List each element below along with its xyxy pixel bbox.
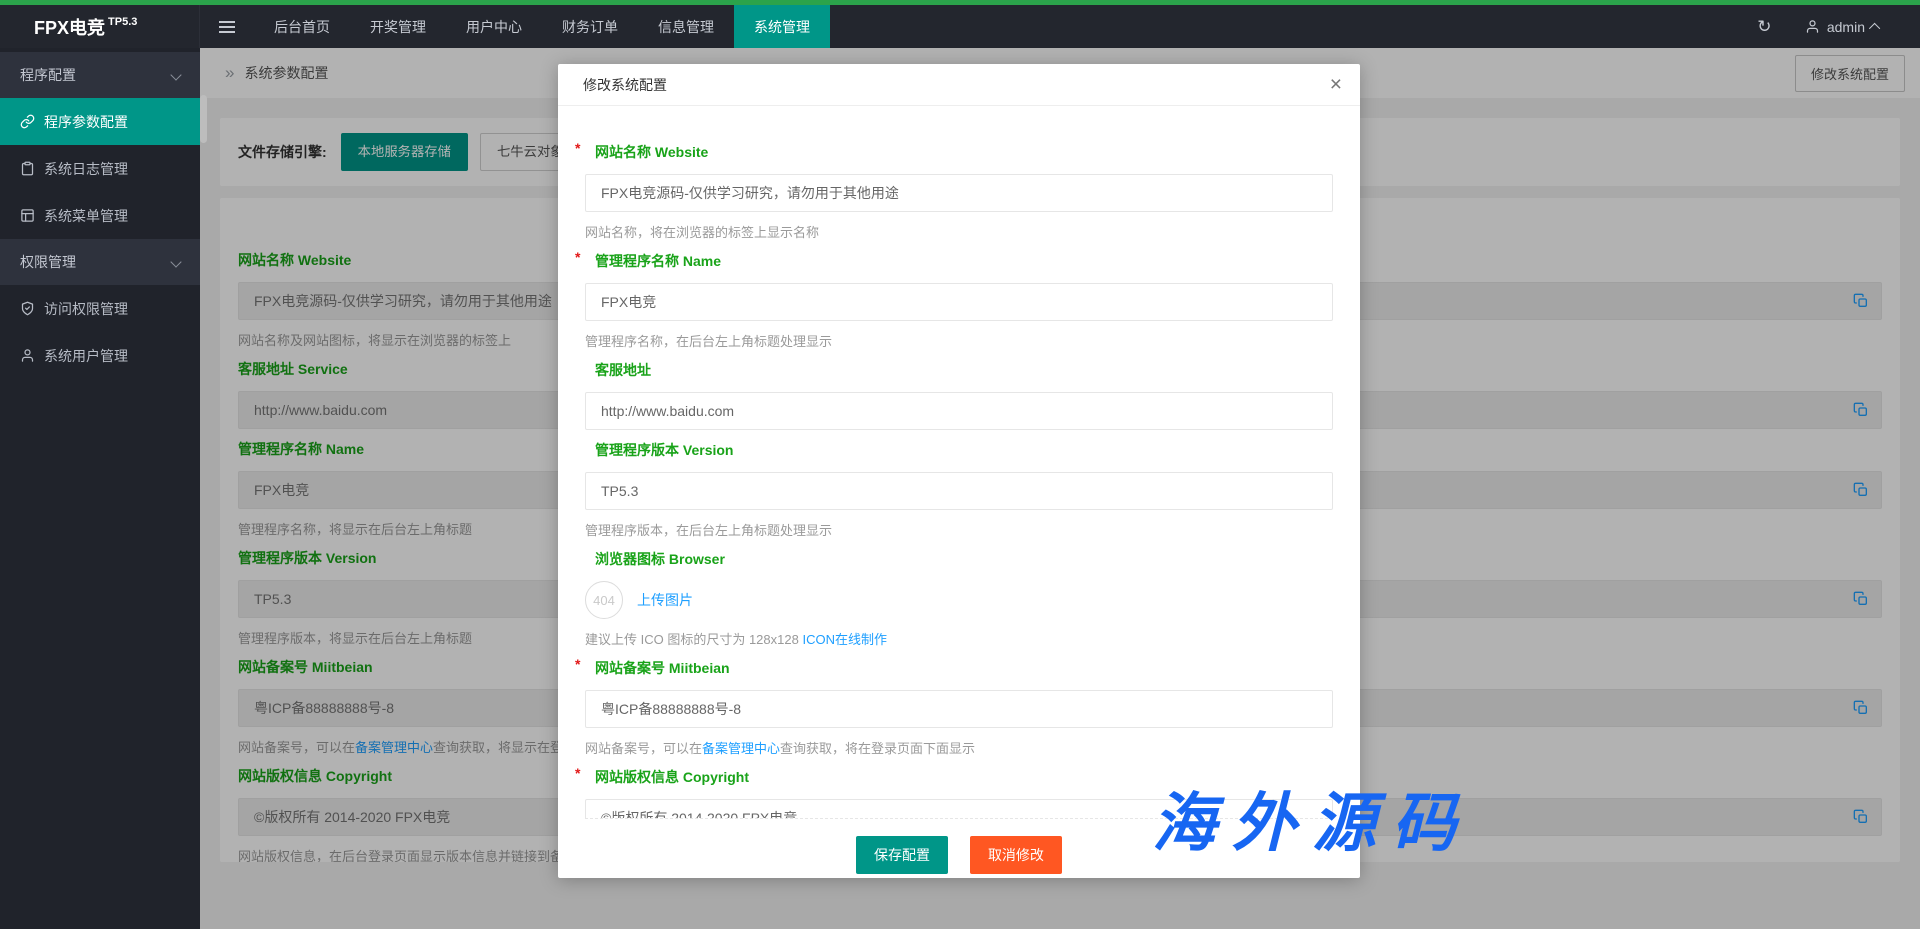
field-helper: 网站名称，将在浏览器的标签上显示名称 xyxy=(585,222,1333,241)
sidebar-item-access-permissions[interactable]: 访问权限管理 xyxy=(0,285,200,332)
sidebar-group-permissions[interactable]: 权限管理 xyxy=(0,239,200,285)
required-marker: * xyxy=(575,140,580,156)
field-label: *网站备案号 Miitbeian xyxy=(585,658,1333,678)
sidebar-item-label: 访问权限管理 xyxy=(44,299,128,319)
field-helper: 管理程序版本，在后台左上角标题处理显示 xyxy=(585,520,1333,539)
modal-field-miitbeian: *网站备案号 Miitbeian 网站备案号，可以在备案管理中心查询获取，将在登… xyxy=(585,658,1333,757)
nav-item-lottery[interactable]: 开奖管理 xyxy=(350,5,446,48)
save-config-button[interactable]: 保存配置 xyxy=(856,836,948,874)
refresh-icon[interactable]: ↻ xyxy=(1742,17,1787,37)
cancel-button[interactable]: 取消修改 xyxy=(970,836,1062,874)
sidebar-item-system-logs[interactable]: 系统日志管理 xyxy=(0,145,200,192)
clipboard-icon xyxy=(20,161,35,176)
modal-service-input[interactable] xyxy=(585,392,1333,430)
required-marker: * xyxy=(575,249,580,265)
field-label: 浏览器图标 Browser xyxy=(585,549,1333,569)
modal-body: *网站名称 Website 网站名称，将在浏览器的标签上显示名称 *管理程序名称… xyxy=(558,106,1360,818)
modal-field-service: 客服地址 xyxy=(585,360,1333,430)
sidebar-item-system-menus[interactable]: 系统菜单管理 xyxy=(0,192,200,239)
modal-field-admin-version: 管理程序版本 Version 管理程序版本，在后台左上角标题处理显示 xyxy=(585,440,1333,539)
sidebar-item-system-users[interactable]: 系统用户管理 xyxy=(0,332,200,379)
chevron-up-icon xyxy=(1869,22,1880,33)
beian-center-link[interactable]: 备案管理中心 xyxy=(702,741,780,756)
field-label: 管理程序版本 Version xyxy=(585,440,1333,460)
top-nav: 后台首页 开奖管理 用户中心 财务订单 信息管理 系统管理 xyxy=(254,5,830,48)
sidebar-group-label: 程序配置 xyxy=(20,67,76,83)
nav-item-finance[interactable]: 财务订单 xyxy=(542,5,638,48)
user-icon xyxy=(1805,19,1820,34)
required-marker: * xyxy=(575,765,580,781)
field-helper: 建议上传 ICO 图标的尺寸为 128x128 ICON在线制作 xyxy=(585,629,1333,648)
favicon-404-placeholder: 404 xyxy=(585,581,623,619)
topbar: FPX电竞 TP5.3 后台首页 开奖管理 用户中心 财务订单 信息管理 系统管… xyxy=(0,5,1920,48)
shield-check-icon xyxy=(20,301,35,316)
layout-icon xyxy=(20,208,35,223)
app-logo: FPX电竞 TP5.3 xyxy=(0,5,200,48)
modal-field-admin-name: *管理程序名称 Name 管理程序名称，在后台左上角标题处理显示 xyxy=(585,251,1333,350)
sidebar-item-label: 系统菜单管理 xyxy=(44,206,128,226)
icon-maker-link[interactable]: ICON在线制作 xyxy=(802,632,887,647)
user-menu[interactable]: admin xyxy=(1805,19,1880,35)
link-icon xyxy=(20,114,35,129)
sidebar-item-label: 系统用户管理 xyxy=(44,346,128,366)
modal-miitbeian-input[interactable] xyxy=(585,690,1333,728)
sidebar-item-label: 系统日志管理 xyxy=(44,159,128,179)
upload-image-link[interactable]: 上传图片 xyxy=(637,590,693,610)
field-helper: 网站备案号，可以在备案管理中心查询获取，将在登录页面下面显示 xyxy=(585,738,1333,757)
field-label: 客服地址 xyxy=(585,360,1333,380)
watermark: 海外源码 xyxy=(1152,772,1472,864)
nav-item-usercenter[interactable]: 用户中心 xyxy=(446,5,542,48)
modal-field-website: *网站名称 Website 网站名称，将在浏览器的标签上显示名称 xyxy=(585,142,1333,241)
field-label: *管理程序名称 Name xyxy=(585,251,1333,271)
modal-admin-name-input[interactable] xyxy=(585,283,1333,321)
sidebar-group-label: 权限管理 xyxy=(20,254,76,270)
nav-item-system[interactable]: 系统管理 xyxy=(734,5,830,48)
chevron-down-icon xyxy=(170,256,181,267)
modal-header: 修改系统配置 × xyxy=(558,64,1360,106)
modal-field-browser-icon: 浏览器图标 Browser 404 上传图片 建议上传 ICO 图标的尺寸为 1… xyxy=(585,549,1333,648)
username: admin xyxy=(1827,19,1865,35)
scrollbar-thumb[interactable] xyxy=(200,95,207,143)
hamburger-menu-icon[interactable] xyxy=(200,5,254,48)
user-icon xyxy=(20,348,35,363)
sidebar-group-program-config[interactable]: 程序配置 xyxy=(0,52,200,98)
field-helper: 管理程序名称，在后台左上角标题处理显示 xyxy=(585,331,1333,350)
modal-admin-version-input[interactable] xyxy=(585,472,1333,510)
sidebar-item-program-params[interactable]: 程序参数配置 xyxy=(0,98,200,145)
sidebar: 程序配置 程序参数配置 系统日志管理 系统菜单管理 权限管理 访问权限管理 系统… xyxy=(0,48,200,929)
nav-item-info[interactable]: 信息管理 xyxy=(638,5,734,48)
modal-title: 修改系统配置 xyxy=(583,77,667,93)
sidebar-item-label: 程序参数配置 xyxy=(44,112,128,132)
required-marker: * xyxy=(575,656,580,672)
chevron-down-icon xyxy=(170,69,181,80)
field-label: *网站名称 Website xyxy=(585,142,1333,162)
nav-item-dashboard[interactable]: 后台首页 xyxy=(254,5,350,48)
edit-config-modal: 修改系统配置 × *网站名称 Website 网站名称，将在浏览器的标签上显示名… xyxy=(558,64,1360,878)
app-version: TP5.3 xyxy=(108,16,137,28)
modal-website-input[interactable] xyxy=(585,174,1333,212)
app-logo-text: FPX电竞 xyxy=(34,14,105,40)
close-icon[interactable]: × xyxy=(1330,64,1342,106)
top-progress-line xyxy=(0,0,1920,5)
